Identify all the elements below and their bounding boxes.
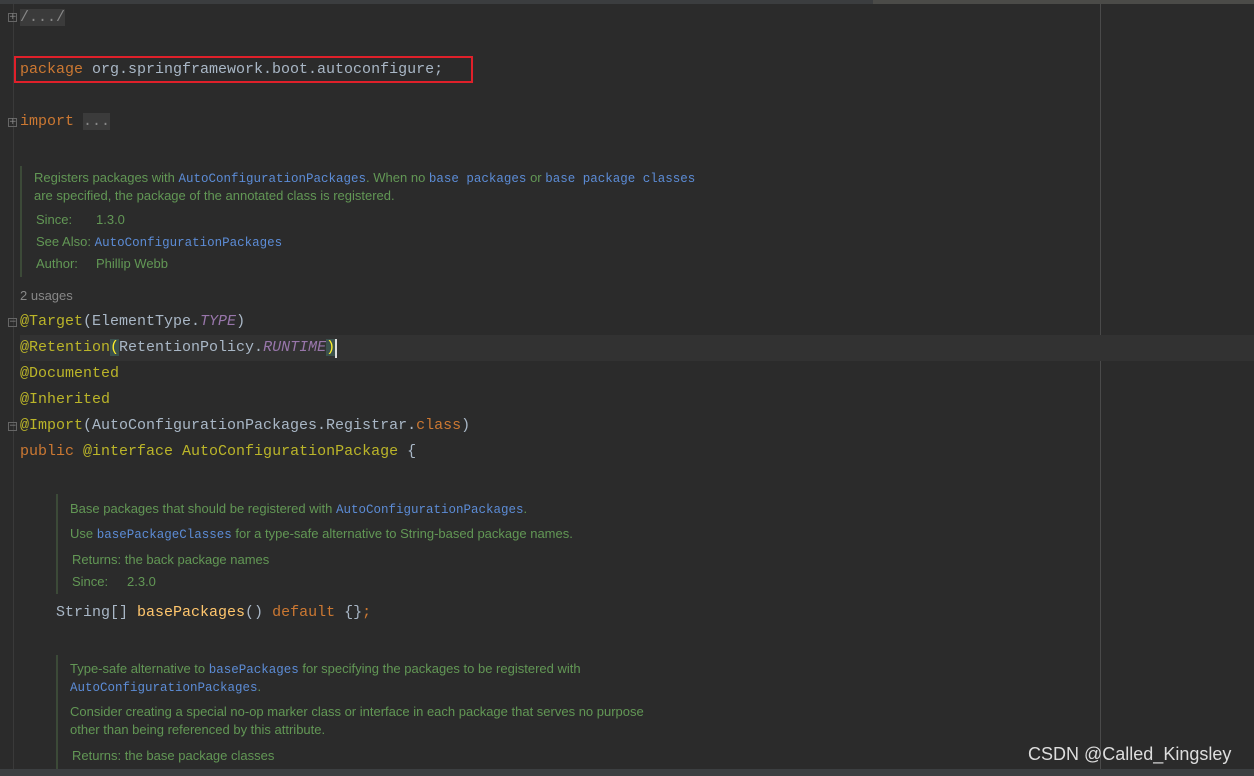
target-annotation: @Target(ElementType.TYPE) xyxy=(20,313,246,330)
horizontal-scrollbar[interactable] xyxy=(0,769,1254,776)
right-margin-guide xyxy=(1100,4,1101,769)
doc-link[interactable]: AutoConfigurationPackages xyxy=(95,236,283,250)
watermark: CSDN @Called_Kingsley xyxy=(1028,744,1232,764)
expand-icon[interactable]: + xyxy=(8,13,17,22)
doc-link[interactable]: AutoConfigurationPackages xyxy=(179,172,367,186)
doc-link[interactable]: basePackages xyxy=(209,663,299,677)
top-bar xyxy=(0,0,1254,4)
collapse-icon[interactable]: − xyxy=(8,422,17,431)
javadoc-base-packages: Base packages that should be registered … xyxy=(56,494,698,594)
doc-link[interactable]: base packages xyxy=(429,172,527,186)
retention-annotation: @Retention(RetentionPolicy.RUNTIME) xyxy=(20,339,336,356)
doc-link[interactable]: AutoConfigurationPackages xyxy=(70,681,258,695)
javadoc-class: Registers packages with AutoConfiguratio… xyxy=(20,166,702,277)
import-line: import ... xyxy=(20,109,111,135)
doc-link[interactable]: base package classes xyxy=(545,172,695,186)
base-packages-method: String[] basePackages() default {}; xyxy=(56,604,372,621)
documented-annotation: @Documented xyxy=(20,365,120,382)
expand-icon[interactable]: + xyxy=(8,118,17,127)
fold-placeholder[interactable]: /.../ xyxy=(20,9,66,26)
collapse-icon[interactable]: − xyxy=(8,318,17,327)
usages-hint[interactable]: 2 usages xyxy=(20,288,73,303)
import-fold-placeholder[interactable]: ... xyxy=(83,113,111,130)
import-annotation: @Import(AutoConfigurationPackages.Regist… xyxy=(20,417,471,434)
header-comment-fold[interactable]: /.../ xyxy=(20,5,66,31)
highlight-box xyxy=(14,56,473,83)
inherited-annotation: @Inherited xyxy=(20,391,111,408)
text-caret xyxy=(335,339,337,358)
interface-declaration: public @interface AutoConfigurationPacka… xyxy=(20,443,417,460)
keyword: import xyxy=(20,113,75,130)
doc-link[interactable]: AutoConfigurationPackages xyxy=(336,503,524,517)
doc-link[interactable]: basePackageClasses xyxy=(97,528,232,542)
javadoc-base-package-classes: Type-safe alternative to basePackages fo… xyxy=(56,655,698,769)
doc-text: are specified, the package of the annota… xyxy=(34,188,395,203)
